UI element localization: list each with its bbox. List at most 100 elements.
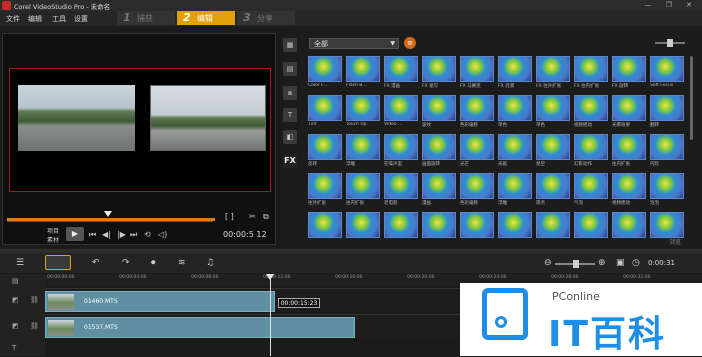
- slider-knob[interactable]: [667, 39, 673, 47]
- timecode-display[interactable]: 00:00:5 12: [223, 230, 267, 239]
- next-frame-button[interactable]: |▶: [117, 230, 126, 239]
- menu-file[interactable]: 文件: [6, 14, 20, 24]
- instant-project-icon[interactable]: ▤: [283, 62, 297, 76]
- effect-tile[interactable]: 光芒: [460, 134, 494, 171]
- effect-tile[interactable]: 雨点: [536, 173, 570, 210]
- audio-mixer-icon[interactable]: ≋: [178, 258, 186, 268]
- timeline-clip[interactable]: 01460.MTS: [45, 291, 275, 312]
- timeline-clip[interactable]: 01537.MTS: [45, 317, 355, 338]
- graphic-icon[interactable]: ◧: [283, 130, 297, 144]
- effect-tile[interactable]: FX 涟漪: [498, 56, 532, 93]
- volume-icon[interactable]: ◁): [158, 230, 167, 239]
- filter-category-select[interactable]: 全部 ▼: [309, 38, 399, 49]
- undo-icon[interactable]: ↶: [92, 258, 100, 268]
- effect-tile[interactable]: FX 马赛克: [460, 56, 494, 93]
- overlay-link-icon[interactable]: ⛓: [30, 322, 39, 330]
- effect-tile[interactable]: FX 往外扩张: [536, 56, 570, 93]
- effect-tile[interactable]: 视频摇动: [612, 173, 646, 210]
- effect-tile[interactable]: 光斑: [498, 134, 532, 171]
- library-scrollbar[interactable]: [690, 56, 693, 140]
- redo-icon[interactable]: ↷: [122, 258, 130, 268]
- scrubber-handle[interactable]: [104, 211, 112, 217]
- playhead-line[interactable]: [270, 274, 271, 356]
- end-button[interactable]: ⏭: [130, 230, 137, 240]
- effect-tile[interactable]: [422, 212, 456, 249]
- play-button[interactable]: ▶: [66, 227, 84, 241]
- effect-tile[interactable]: 泡泡: [650, 173, 684, 210]
- effect-tile[interactable]: 浮雕: [346, 134, 380, 171]
- effect-tile[interactable]: 星空: [536, 134, 570, 171]
- clip-label[interactable]: 素材: [47, 235, 59, 244]
- browse-label[interactable]: 浏览: [669, 237, 681, 246]
- effect-tile[interactable]: 老电影: [384, 173, 418, 210]
- effect-tile[interactable]: Soft Focus: [650, 56, 684, 93]
- effect-tile[interactable]: FX 速写: [422, 56, 456, 93]
- effect-tile[interactable]: [536, 212, 570, 249]
- media-library-icon[interactable]: ▦: [283, 38, 297, 52]
- effect-tile[interactable]: FX 漫画: [384, 56, 418, 93]
- filter-fx-icon[interactable]: FX: [283, 154, 297, 168]
- effect-tile[interactable]: 幻影动作: [574, 134, 608, 171]
- menu-tools[interactable]: 工具: [52, 14, 66, 24]
- effect-tile[interactable]: FX 往内扩张: [574, 56, 608, 93]
- organize-icon[interactable]: ≡: [404, 37, 416, 49]
- tab-capture[interactable]: 1 捕获: [117, 11, 175, 25]
- effect-tile[interactable]: 漫画: [422, 173, 456, 210]
- prev-frame-button[interactable]: ◀|: [102, 230, 111, 239]
- storyboard-view-icon[interactable]: ☰: [16, 258, 24, 268]
- fit-project-icon[interactable]: ▣: [616, 258, 625, 268]
- auto-music-icon[interactable]: ♫: [206, 258, 214, 268]
- link-icon[interactable]: ⛓: [30, 296, 39, 304]
- effect-tile[interactable]: [460, 212, 494, 249]
- home-button[interactable]: ⏮: [89, 230, 96, 240]
- effect-tile[interactable]: [498, 212, 532, 249]
- effect-tile[interactable]: 浮雕: [498, 173, 532, 210]
- tab-edit[interactable]: 2 编辑: [177, 11, 235, 25]
- zoom-in-icon[interactable]: ⊕: [598, 258, 606, 268]
- effect-tile[interactable]: [612, 212, 646, 249]
- split-clip-icon[interactable]: ✂: [249, 212, 256, 221]
- thumb-size-slider[interactable]: [655, 39, 685, 47]
- effect-tile[interactable]: Tint: [308, 95, 342, 132]
- effect-tile[interactable]: Touch Up: [346, 95, 380, 132]
- effect-tile[interactable]: 视频摇动: [574, 95, 608, 132]
- effect-tile[interactable]: 翻转: [650, 95, 684, 132]
- effect-tile[interactable]: Video ...: [384, 95, 418, 132]
- repeat-icon[interactable]: ⟲: [144, 230, 151, 239]
- overlay-track-icon[interactable]: ◩: [12, 322, 19, 330]
- effect-tile[interactable]: [384, 212, 418, 249]
- effect-tile[interactable]: FX 旋转: [612, 56, 646, 93]
- title-icon[interactable]: T: [283, 108, 297, 122]
- effect-tile[interactable]: 画面旋转: [422, 134, 456, 171]
- project-label[interactable]: 项目: [47, 226, 59, 235]
- effect-tile[interactable]: 反转: [308, 134, 342, 171]
- effect-tile[interactable]: Color F...: [308, 56, 342, 93]
- effect-tile[interactable]: 往内扩张: [612, 134, 646, 171]
- effect-tile[interactable]: 波纹: [422, 95, 456, 132]
- tab-share[interactable]: 3 分享: [237, 11, 295, 25]
- record-capture-icon[interactable]: ⏺: [151, 258, 156, 268]
- timeline-zoom-slider[interactable]: [555, 260, 595, 268]
- effect-tile[interactable]: 在噪声里: [384, 134, 418, 171]
- effect-tile[interactable]: Flash B...: [346, 56, 380, 93]
- effect-tile[interactable]: [346, 212, 380, 249]
- transition-icon[interactable]: ⧈: [283, 86, 297, 100]
- effect-tile[interactable]: 气泡: [574, 173, 608, 210]
- menu-settings[interactable]: 设置: [74, 14, 88, 24]
- track-manager-icon[interactable]: ▤: [12, 277, 19, 285]
- effect-tile[interactable]: 单色: [536, 95, 570, 132]
- zoom-out-icon[interactable]: ⊖: [544, 258, 552, 268]
- scrubber-bar[interactable]: [7, 211, 215, 222]
- zoom-slider-knob[interactable]: [573, 260, 579, 268]
- effect-tile[interactable]: 往外扩张: [308, 173, 342, 210]
- effect-tile[interactable]: [574, 212, 608, 249]
- effect-tile[interactable]: 闪烁: [650, 134, 684, 171]
- enlarge-icon[interactable]: ⧉: [263, 212, 269, 222]
- effect-tile[interactable]: 光晕效果: [612, 95, 646, 132]
- mark-brackets[interactable]: [ ]: [225, 212, 234, 221]
- video-track-icon[interactable]: ◩: [12, 296, 19, 304]
- menu-edit[interactable]: 编辑: [28, 14, 42, 24]
- project-duration[interactable]: 0:00:31: [648, 259, 675, 267]
- effect-tile[interactable]: [308, 212, 342, 249]
- effect-tile[interactable]: 往内扩张: [346, 173, 380, 210]
